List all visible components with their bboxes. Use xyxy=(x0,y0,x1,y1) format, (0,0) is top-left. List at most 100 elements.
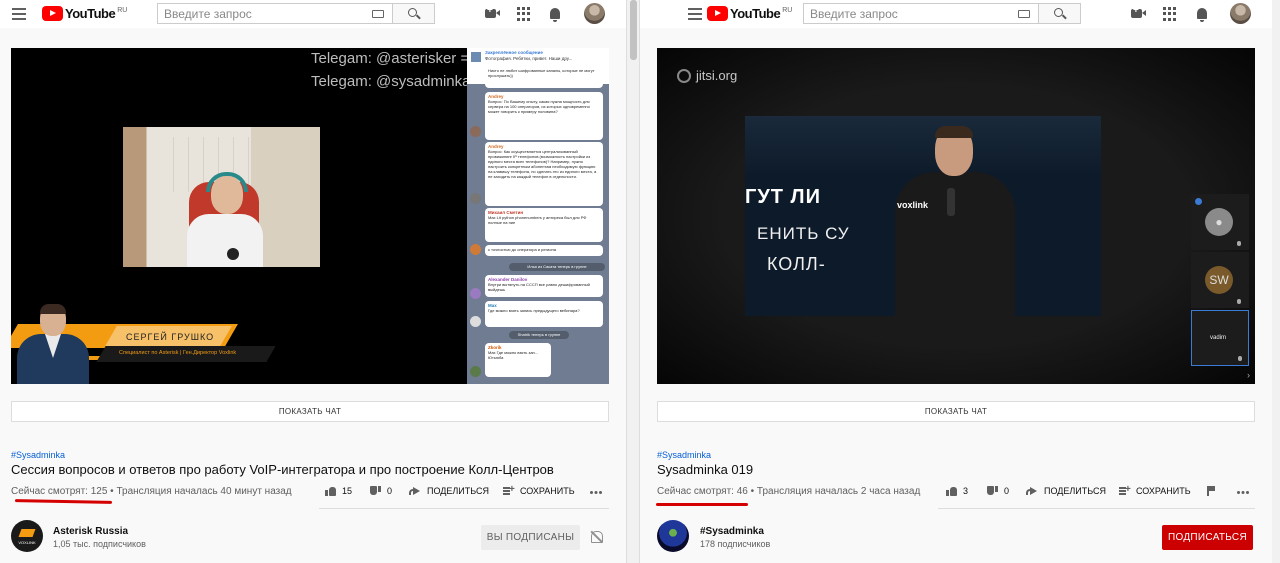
participant-tile[interactable]: ● xyxy=(1191,194,1249,250)
subscribed-button[interactable]: ВЫ ПОДПИСАНЫ xyxy=(481,525,580,550)
speaker-indicator-icon xyxy=(1195,198,1202,205)
dislike-count: 0 xyxy=(1004,486,1010,496)
slide-text-3: КОЛЛ- xyxy=(767,254,826,274)
user-avatar[interactable] xyxy=(1230,3,1251,24)
chat-avatar xyxy=(470,244,481,255)
masthead: YouTube RU Введите запрос xyxy=(640,0,1280,28)
share-button[interactable]: ПОДЕЛИТЬСЯ xyxy=(409,486,489,496)
headphones-icon xyxy=(206,172,248,192)
channel-name[interactable]: #Sysadminka xyxy=(700,526,764,537)
participant-initials: SW xyxy=(1205,266,1233,294)
stream-started: • Трансляция началась 2 часа назад xyxy=(747,486,921,497)
lower-third: СЕРГЕЙ ГРУШКО Специалист по Asterisk | Г… xyxy=(11,298,301,384)
participant-tile[interactable]: SW xyxy=(1191,252,1249,308)
search-box: Введите запрос xyxy=(157,3,435,24)
thumb-down-icon xyxy=(370,486,381,496)
chat-avatar xyxy=(470,316,481,327)
chat-message: Никто не любит шифрованные каналы, котор… xyxy=(485,66,603,88)
video-player[interactable]: jitsi.org ГУТ ЛИ ЕНИТЬ СУ КОЛЛ- voxlink … xyxy=(657,48,1255,384)
keyboard-icon[interactable] xyxy=(1018,10,1030,18)
chat-avatar xyxy=(470,288,481,299)
chat-avatar xyxy=(470,193,481,204)
save-button[interactable]: СОХРАНИТЬ xyxy=(503,484,575,496)
chevron-right-icon[interactable]: › xyxy=(1247,370,1250,380)
view-info: Сейчас смотрят: 46 • Трансляция началась… xyxy=(657,486,920,497)
logo-region: RU xyxy=(782,7,793,14)
report-button[interactable] xyxy=(1207,486,1215,496)
notifications-icon[interactable] xyxy=(1197,8,1207,22)
dislike-count: 0 xyxy=(387,486,393,496)
chat-message: Alexander Danilov Внутри вытянуть на ССС… xyxy=(485,275,603,297)
search-placeholder: Введите запрос xyxy=(810,7,898,21)
search-button[interactable] xyxy=(392,4,434,23)
search-button[interactable] xyxy=(1038,4,1080,23)
mic-icon xyxy=(1238,356,1242,361)
mic-muted-icon xyxy=(1237,241,1241,246)
masthead: YouTube RU Введите запрос xyxy=(0,0,626,28)
chat-avatar xyxy=(470,126,481,137)
share-label: ПОДЕЛИТЬСЯ xyxy=(1044,486,1106,496)
microphone-icon xyxy=(227,248,239,260)
keyboard-icon[interactable] xyxy=(372,10,384,18)
video-title: Sysadminka 019 xyxy=(657,462,754,477)
playlist-add-icon xyxy=(1119,484,1131,496)
save-button[interactable]: СОХРАНИТЬ xyxy=(1119,484,1191,496)
host-person xyxy=(179,172,263,267)
apps-icon[interactable] xyxy=(517,7,531,21)
notifications-icon[interactable] xyxy=(550,8,560,22)
search-input[interactable]: Введите запрос xyxy=(158,4,392,23)
left-window: YouTube RU Введите запрос Telegam: @aste… xyxy=(0,0,626,563)
search-icon xyxy=(408,8,417,17)
create-video-icon[interactable] xyxy=(485,5,500,18)
youtube-logo[interactable]: YouTube RU xyxy=(707,6,792,22)
like-count: 15 xyxy=(342,486,353,496)
save-label: СОХРАНИТЬ xyxy=(520,486,575,496)
search-placeholder: Введите запрос xyxy=(164,7,252,21)
show-chat-button[interactable]: ПОКАЗАТЬ ЧАТ xyxy=(11,401,609,422)
show-chat-button[interactable]: ПОКАЗАТЬ ЧАТ xyxy=(657,401,1255,422)
share-button[interactable]: ПОДЕЛИТЬСЯ xyxy=(1026,486,1106,496)
chat-message: Михаил Сметин Max Lit python phonenumber… xyxy=(485,208,603,242)
user-avatar[interactable] xyxy=(584,3,605,24)
notifications-off-icon[interactable] xyxy=(591,531,603,543)
create-video-icon[interactable] xyxy=(1131,5,1146,18)
search-input[interactable]: Введите запрос xyxy=(804,4,1038,23)
channel-avatar[interactable] xyxy=(657,520,689,552)
slide-text-2: ЕНИТЬ СУ xyxy=(757,224,850,243)
dislike-button[interactable]: 0 xyxy=(370,486,392,496)
lower-third-name: СЕРГЕЙ ГРУШКО xyxy=(126,332,215,342)
subscriber-count: 178 подписчиков xyxy=(700,539,771,549)
overlay-telegram-2: Telegam: @sysadminka xyxy=(311,73,471,90)
dislike-button[interactable]: 0 xyxy=(987,486,1009,496)
like-button[interactable]: 15 xyxy=(325,486,352,496)
more-actions-button[interactable] xyxy=(1237,491,1249,494)
telegram-chat-overlay: Закреплённое сообщение Фотография. Ребят… xyxy=(467,48,609,384)
scrollbar-thumb[interactable] xyxy=(630,0,637,60)
apps-icon[interactable] xyxy=(1163,7,1177,21)
menu-icon[interactable] xyxy=(688,8,702,20)
red-underline-annotation xyxy=(656,503,748,506)
youtube-logo[interactable]: YouTube RU xyxy=(42,6,127,22)
share-icon xyxy=(409,486,421,496)
right-scrollbar[interactable] xyxy=(1272,0,1280,563)
like-count: 3 xyxy=(963,486,969,496)
more-actions-button[interactable] xyxy=(590,491,602,494)
menu-icon[interactable] xyxy=(12,8,26,20)
channel-name[interactable]: Asterisk Russia xyxy=(53,526,128,537)
thumb-up-icon xyxy=(325,486,336,496)
jitsi-logo-icon xyxy=(677,68,691,83)
chat-service-message: Илья из Саката теперь в группе xyxy=(509,263,605,271)
channel-avatar[interactable]: VOXLINK xyxy=(11,520,43,552)
search-icon xyxy=(1054,8,1063,17)
participant-tile-active[interactable]: vadim xyxy=(1191,310,1249,366)
video-hashtag[interactable]: #Sysadminka xyxy=(11,450,65,460)
like-button[interactable]: 3 xyxy=(946,486,968,496)
logo-text: YouTube xyxy=(65,6,116,21)
main-video-stage: ГУТ ЛИ ЕНИТЬ СУ КОЛЛ- voxlink xyxy=(745,116,1101,316)
chat-service-message: Shatrik теперь в группе xyxy=(509,331,569,339)
window-scrollbar[interactable] xyxy=(626,0,640,563)
subscribe-button[interactable]: ПОДПИСАТЬСЯ xyxy=(1162,525,1253,550)
youtube-play-icon xyxy=(707,6,728,21)
video-player[interactable]: Telegam: @asterisker = Telegam: @sysadmi… xyxy=(11,48,609,384)
video-hashtag[interactable]: #Sysadminka xyxy=(657,450,711,460)
